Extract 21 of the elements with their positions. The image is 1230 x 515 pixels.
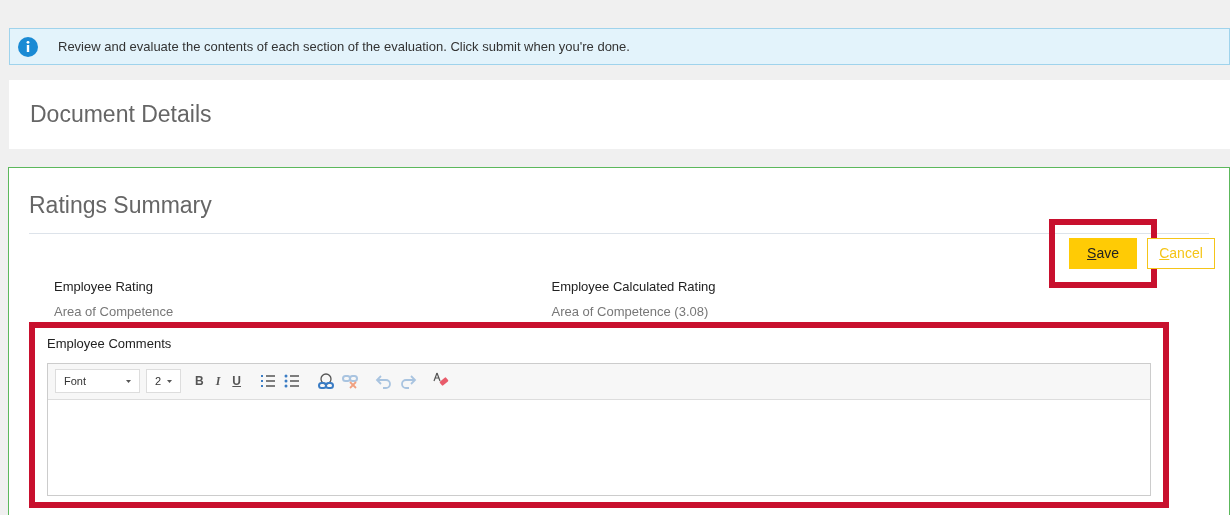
section-title: Document Details [30, 100, 213, 130]
rating-value: Area of Competence (3.08) [551, 303, 710, 321]
link-icon[interactable] [317, 372, 335, 390]
caret-icon [167, 379, 172, 383]
rich-text-editor[interactable]: Font 2 B I U [47, 362, 1151, 496]
size-dropdown[interactable]: 2 [146, 369, 181, 393]
bullet-list-icon[interactable] [283, 372, 301, 390]
rating-label: Employee Rating [54, 277, 154, 296]
bold-button[interactable]: B [195, 372, 204, 390]
numbered-list-icon[interactable] [259, 372, 277, 390]
underline-button[interactable]: U [232, 372, 241, 390]
rating-label: Employee Calculated Rating [551, 277, 717, 296]
save-button[interactable]: Save [1069, 237, 1137, 269]
comments-label: Employee Comments [47, 334, 173, 353]
caret-icon [126, 379, 131, 383]
italic-button[interactable]: I [215, 372, 221, 390]
section-title: Ratings Summary [29, 191, 213, 220]
info-icon [18, 36, 38, 57]
info-text: Review and evaluate the contents of each section of the evaluation. Click submit when you're done. [58, 37, 630, 56]
font-dropdown[interactable]: Font [55, 369, 140, 393]
rating-value: Area of Competence [54, 303, 175, 321]
